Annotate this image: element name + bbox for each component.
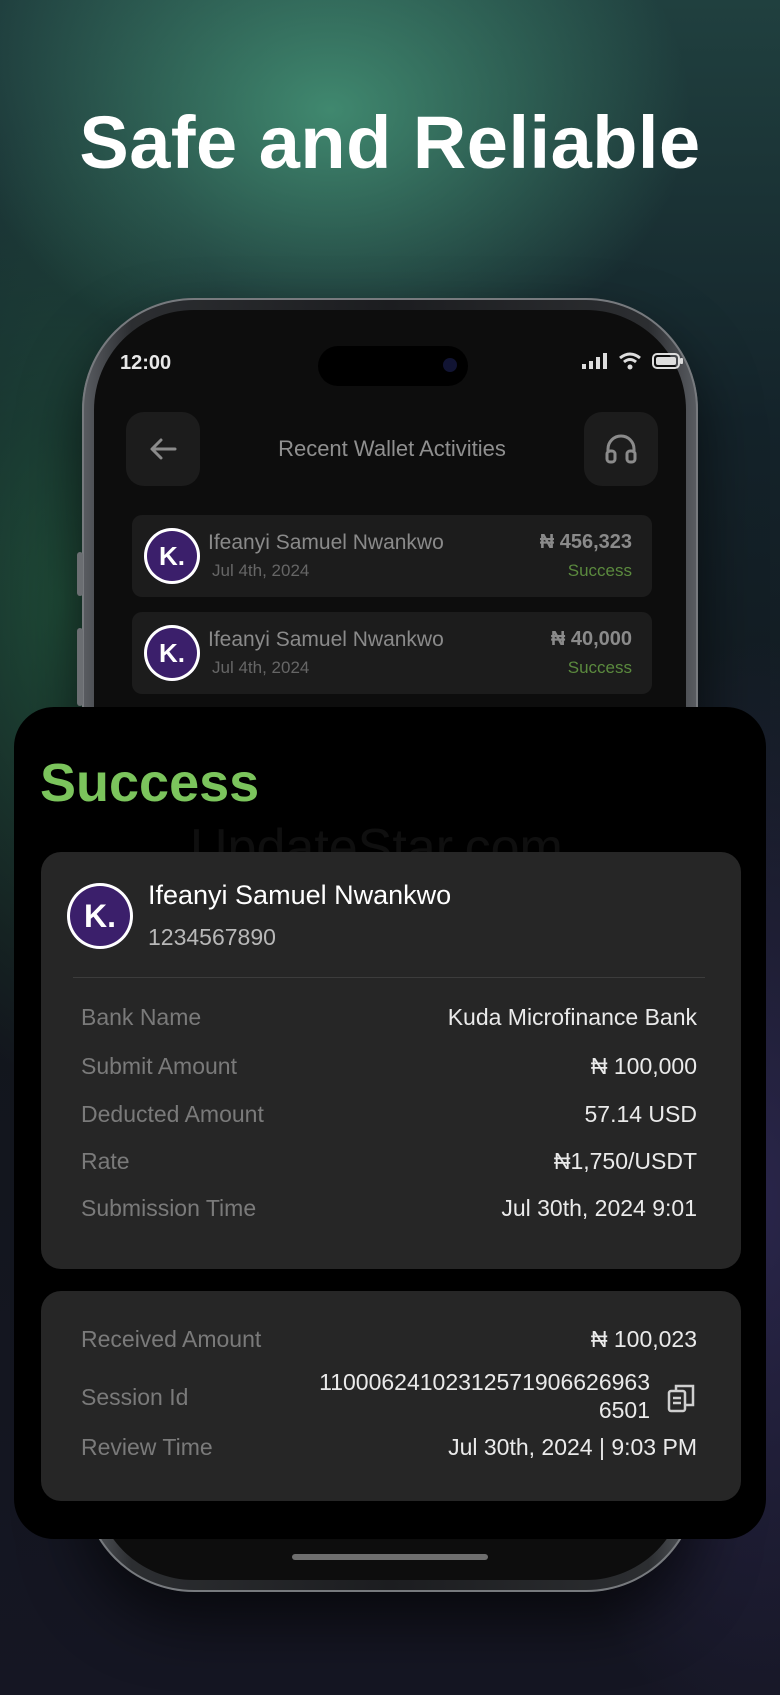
app-header: Recent Wallet Activities bbox=[126, 412, 658, 486]
activity-name: Ifeanyi Samuel Nwankwo bbox=[208, 531, 444, 554]
activity-amount: ₦ 456,323 bbox=[539, 531, 632, 553]
copy-icon[interactable] bbox=[667, 1383, 695, 1413]
activity-name: Ifeanyi Samuel Nwankwo bbox=[208, 628, 444, 651]
kuda-logo-icon: K. bbox=[144, 625, 200, 681]
activity-date: Jul 4th, 2024 bbox=[212, 658, 310, 677]
signal-icon bbox=[582, 353, 607, 369]
status-title: Success bbox=[40, 753, 260, 813]
list-item[interactable]: K. Ifeanyi Samuel Nwankwo Jul 4th, 2024 … bbox=[132, 515, 652, 597]
camera-icon bbox=[443, 358, 457, 372]
session-id-value: 11000624102312571906626963 6501 bbox=[319, 1369, 650, 1423]
status-icons bbox=[582, 352, 684, 370]
status-time: 12:00 bbox=[120, 352, 172, 374]
page-title: Recent Wallet Activities bbox=[278, 436, 506, 461]
phone-button bbox=[77, 552, 83, 596]
activity-date: Jul 4th, 2024 bbox=[212, 561, 310, 580]
activity-amount: ₦ 40,000 bbox=[550, 628, 632, 650]
recipient-account: 1234567890 bbox=[148, 924, 276, 950]
battery-icon bbox=[652, 353, 683, 369]
list-item[interactable]: K. Ifeanyi Samuel Nwankwo Jul 4th, 2024 … bbox=[132, 612, 652, 694]
wifi-icon bbox=[619, 352, 641, 370]
kuda-logo-icon: K. bbox=[144, 528, 200, 584]
activity-status: Success bbox=[567, 561, 632, 580]
headline: Safe and Reliable bbox=[79, 101, 701, 184]
divider bbox=[73, 977, 705, 978]
recipient-name: Ifeanyi Samuel Nwankwo bbox=[148, 880, 452, 910]
activity-status: Success bbox=[567, 658, 632, 677]
home-indicator[interactable] bbox=[292, 1554, 488, 1560]
support-button[interactable] bbox=[584, 412, 658, 486]
headset-icon bbox=[605, 434, 637, 464]
phone-button bbox=[77, 628, 83, 706]
kuda-logo-icon: K. bbox=[67, 883, 133, 949]
